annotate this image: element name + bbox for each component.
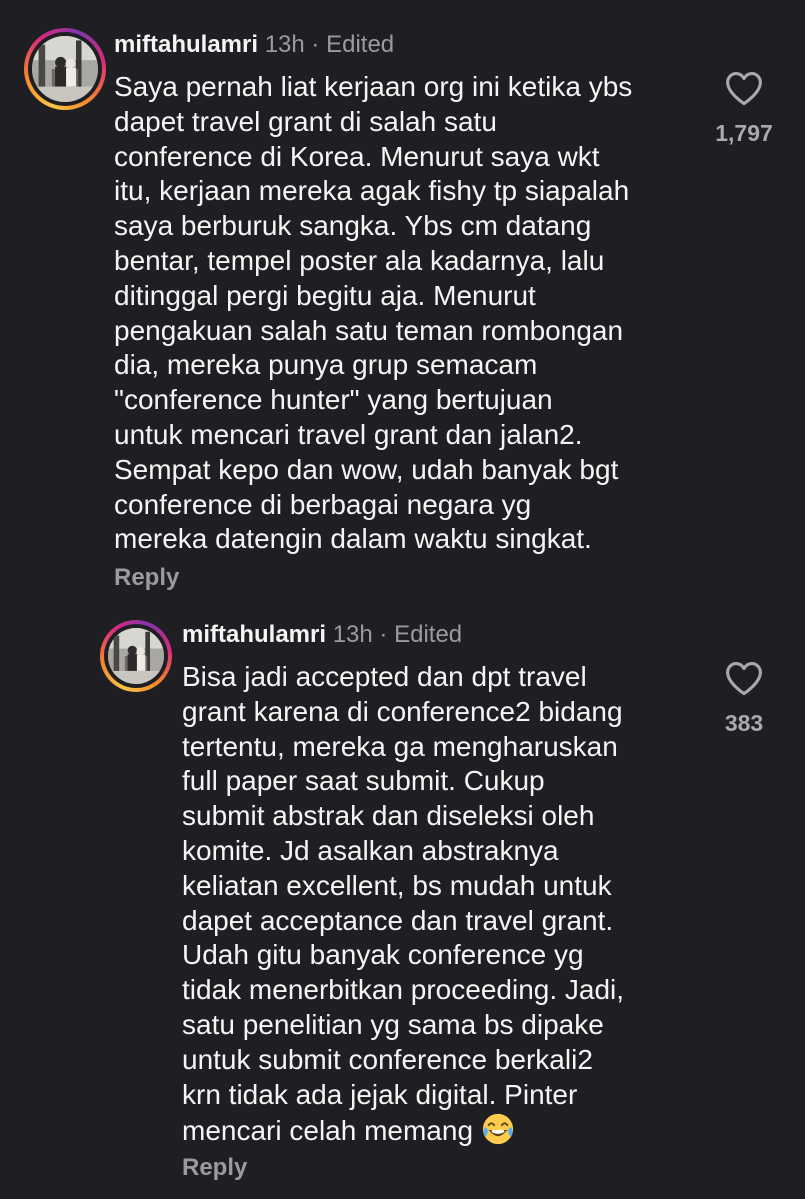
comment-line: bentar, tempel poster ala kadarnya, lalu bbox=[114, 244, 605, 276]
comment-line: Sempat kepo dan wow, udah banyak bgt bbox=[114, 453, 619, 485]
like-count: 383 bbox=[724, 710, 764, 736]
comment-line: dapet acceptance dan travel grant. bbox=[182, 904, 614, 936]
comment-line: full paper saat submit. Cukup bbox=[182, 765, 545, 797]
edited-label: Edited bbox=[326, 31, 395, 58]
timestamp: 13h bbox=[332, 621, 373, 648]
heart-outline-icon[interactable] bbox=[709, 70, 779, 106]
comment-line: grant karena di conference2 bidang bbox=[182, 695, 623, 727]
comment-line: dia, mereka punya grup semacam bbox=[114, 349, 538, 381]
comment-line: pengakuan salah satu teman rombongan bbox=[114, 314, 624, 346]
comment-line: Saya pernah liat kerjaan org ini ketika … bbox=[114, 71, 633, 102]
username[interactable]: miftahulamri bbox=[182, 621, 326, 648]
comment-line: untuk submit conference berkali2 bbox=[182, 1043, 593, 1075]
comment-line: keliatan excellent, bs mudah untuk bbox=[182, 869, 612, 901]
comment-line: conference di Korea. Menurut saya wkt bbox=[114, 140, 600, 172]
comment-header: miftahulamri 13h · Edited bbox=[114, 30, 394, 60]
comment-line: dapet travel grant di salah satu bbox=[114, 105, 497, 137]
separator-dot: · bbox=[379, 621, 388, 648]
like-control: 1,797 bbox=[709, 70, 779, 147]
username[interactable]: miftahulamri bbox=[114, 31, 258, 58]
comment-header: miftahulamri 13h · Edited bbox=[182, 620, 462, 650]
comment-line: itu, kerjaan mereka agak fishy tp siapal… bbox=[114, 175, 630, 207]
avatar[interactable] bbox=[24, 28, 106, 110]
like-control: 383 bbox=[709, 660, 779, 737]
comment-line: "conference hunter" yang bertujuan bbox=[114, 384, 553, 416]
comment-text: Bisa jadi accepted dan dpt travel grant … bbox=[182, 660, 624, 1149]
comment-text: Saya pernah liat kerjaan org ini ketika … bbox=[114, 70, 632, 557]
comment-line: saya berburuk sangka. Ybs cm datang bbox=[114, 210, 592, 242]
comment-line: krn tidak ada jejak digital. Pinter bbox=[182, 1078, 578, 1110]
edited-label: Edited bbox=[394, 621, 463, 648]
timestamp: 13h bbox=[264, 31, 305, 58]
comment-line: tidak menerbitkan proceeding. Jadi, bbox=[182, 974, 625, 1006]
heart-outline-icon[interactable] bbox=[709, 660, 779, 696]
comment-line-last: mencari celah memang bbox=[182, 1112, 624, 1149]
comment-line: satu penelitian yg sama bs dipake bbox=[182, 1008, 604, 1040]
comment-line: ditinggal pergi begitu aja. Menurut bbox=[114, 279, 536, 311]
comment-line: conference di berbagai negara yg bbox=[114, 488, 532, 520]
avatar[interactable] bbox=[100, 620, 172, 692]
reply-button[interactable]: Reply bbox=[114, 563, 179, 593]
comment-line: Bisa jadi accepted dan dpt travel bbox=[182, 661, 587, 692]
avatar-photo bbox=[32, 36, 98, 102]
avatar-photo bbox=[108, 628, 164, 684]
separator-dot: · bbox=[311, 31, 320, 58]
like-count: 1,797 bbox=[715, 120, 773, 146]
comment-line: tertentu, mereka ga mengharuskan bbox=[182, 730, 618, 762]
comment-line: submit abstrak dan diseleksi oleh bbox=[182, 800, 595, 832]
comment-line: komite. Jd asalkan abstraknya bbox=[182, 834, 559, 866]
comment-line: mencari celah memang bbox=[182, 1115, 474, 1147]
comment-line: untuk mencari travel grant dan jalan2. bbox=[114, 418, 583, 450]
reply-button[interactable]: Reply bbox=[182, 1153, 247, 1183]
face-with-tears-of-joy-icon bbox=[481, 1112, 515, 1146]
comment-line: Udah gitu banyak conference yg bbox=[182, 939, 584, 971]
comment-line: mereka datengin dalam waktu singkat. bbox=[114, 523, 592, 555]
